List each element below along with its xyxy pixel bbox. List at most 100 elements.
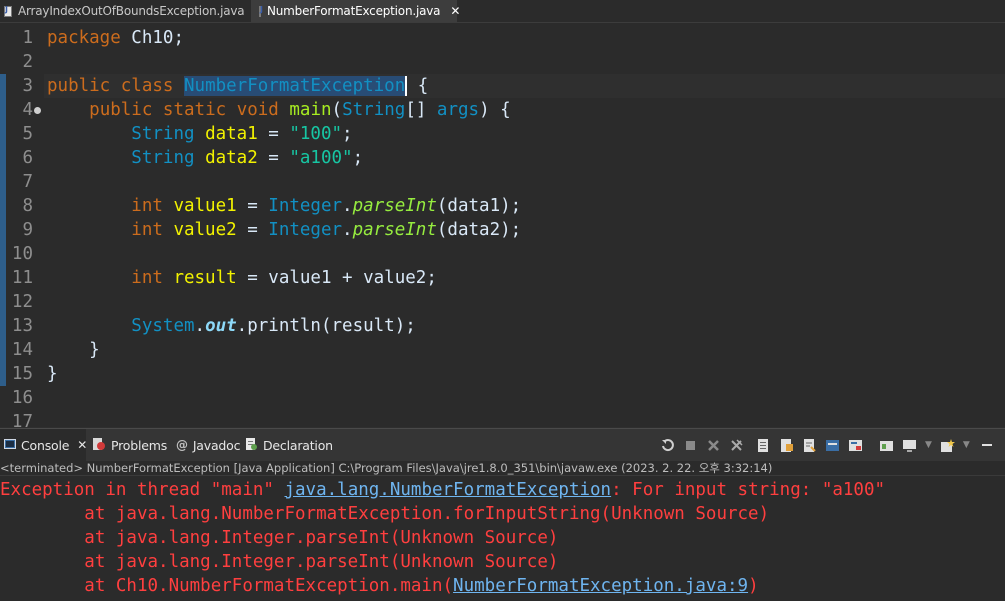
console-text: : For input string: "a100" (611, 480, 886, 500)
code-line-15: } (47, 362, 58, 386)
line-number: 16 (11, 388, 33, 408)
tab-label: Problems (111, 437, 168, 453)
line-number: 13 (11, 316, 33, 336)
console-icon (4, 438, 16, 453)
java-file-icon (4, 5, 12, 17)
minimize-icon[interactable] (980, 438, 995, 453)
display-console-icon[interactable] (902, 438, 917, 453)
code-line-4: public static void main(String[] args) { (47, 98, 511, 122)
line-number: 11 (11, 268, 33, 288)
static-method: parseInt (352, 220, 437, 240)
code-line-8: int value1 = Integer.parseInt(data1); (47, 194, 521, 218)
code-text: (data1); (436, 196, 522, 216)
console-line: Exception in thread "main" java.lang.Num… (0, 478, 885, 502)
code-text: . (342, 220, 353, 240)
dropdown-arrow-icon[interactable]: ▼ (925, 440, 932, 450)
remove-all-icon[interactable] (729, 438, 744, 453)
class-name: Integer (268, 220, 343, 240)
close-icon[interactable]: ✕ (77, 438, 87, 452)
console-line: at java.lang.Integer.parseInt(Unknown So… (0, 552, 559, 572)
tab-label: Javadoc (192, 437, 241, 453)
code-line-3: public class NumberFormatException { (47, 74, 428, 98)
close-icon[interactable]: ✕ (450, 4, 460, 18)
console-line: at java.lang.Integer.parseInt(Unknown So… (0, 528, 559, 548)
declaration-icon (245, 437, 258, 454)
code-text: = (257, 148, 290, 168)
keyword: public (89, 100, 153, 120)
code-text: = value1 + value2; (236, 268, 437, 288)
line-number: 8 (22, 196, 33, 216)
code-editor[interactable]: 1 2 3 4 5 6 7 8 9 10 11 12 13 14 15 16 1… (0, 23, 1005, 427)
new-console-icon[interactable] (940, 438, 955, 453)
code-text: Ch10; (120, 28, 184, 48)
tab-arrayindex[interactable]: ArrayIndexOutOfBoundsException.java (4, 0, 245, 22)
static-method: parseInt (352, 196, 437, 216)
line-number: 9 (22, 220, 33, 240)
tab-numberformat[interactable]: NumberFormatException.java ✕ (251, 0, 460, 22)
scroll-lock-icon[interactable] (779, 438, 794, 453)
console-tab-bar: Console ✕ Problems @ Javadoc Declaration… (0, 428, 1005, 461)
clear-console-icon[interactable] (756, 438, 771, 453)
tab-label: Declaration (263, 437, 333, 453)
source-link[interactable]: NumberFormatException.java:9 (453, 576, 748, 596)
tab-problems[interactable]: Problems (92, 429, 167, 461)
selected-class-name[interactable]: NumberFormatException (184, 76, 406, 96)
console-output[interactable]: Exception in thread "main" java.lang.Num… (0, 476, 1005, 601)
string-literal: "a100" (289, 148, 353, 168)
code-text: = (236, 196, 269, 216)
pin-console-icon[interactable] (879, 438, 894, 453)
keyword: package (47, 28, 121, 48)
code-line-5: String data1 = "100"; (47, 122, 353, 146)
fold-icon[interactable] (34, 107, 41, 114)
variable-name: data1 (205, 124, 258, 144)
code-line-9: int value2 = Integer.parseInt(data2); (47, 218, 521, 242)
show-output-icon[interactable] (825, 438, 840, 453)
type-name: String (342, 100, 406, 120)
code-text: . (194, 316, 206, 336)
tab-label: ArrayIndexOutOfBoundsException.java (18, 4, 245, 18)
code-text: = (257, 124, 290, 144)
terminate-icon[interactable] (683, 438, 698, 453)
line-number: 2 (22, 52, 33, 72)
console-text: at Ch10.NumberFormatException.main( (0, 576, 454, 596)
line-number: 14 (11, 340, 33, 360)
class-name: Integer (268, 196, 343, 216)
static-field: out (205, 316, 237, 336)
code-text: ; (342, 124, 353, 144)
line-number: 17 (11, 412, 33, 427)
type-name: String (131, 148, 195, 168)
relaunch-icon[interactable] (660, 438, 675, 453)
code-text: ( (331, 100, 343, 120)
code-text: } (89, 340, 100, 360)
show-error-icon[interactable] (848, 438, 863, 453)
keyword: public (47, 76, 111, 96)
keyword: void (236, 100, 279, 120)
variable-name: value1 (173, 196, 237, 216)
method-name: main (289, 100, 332, 120)
string-literal: "100" (289, 124, 343, 144)
remove-launch-icon[interactable] (706, 438, 721, 453)
tab-javadoc[interactable]: @ Javadoc (176, 429, 240, 461)
code-text: = (236, 220, 269, 240)
at-sign-icon: @ (176, 438, 188, 452)
dropdown-arrow-icon[interactable]: ▼ (963, 440, 970, 450)
param-name: args (436, 100, 480, 120)
exception-link[interactable]: java.lang.NumberFormatException (284, 480, 611, 500)
class-name: System (131, 316, 195, 336)
code-line-1: package Ch10; (47, 26, 184, 50)
line-number: 7 (22, 172, 33, 192)
keyword: int (131, 268, 163, 288)
code-text: { (407, 76, 429, 96)
variable-name: value2 (173, 220, 237, 240)
code-text: .println(result); (236, 316, 416, 336)
tab-label: NumberFormatException.java (267, 4, 441, 18)
code-line-14: } (47, 338, 100, 362)
type-name: String (131, 124, 195, 144)
word-wrap-icon[interactable] (802, 438, 817, 453)
keyword: class (120, 76, 174, 96)
line-number: 1 (22, 28, 33, 48)
tab-console[interactable]: Console ✕ (0, 429, 87, 461)
keyword: int (131, 196, 163, 216)
variable-name: data2 (205, 148, 258, 168)
tab-declaration[interactable]: Declaration (245, 429, 333, 461)
